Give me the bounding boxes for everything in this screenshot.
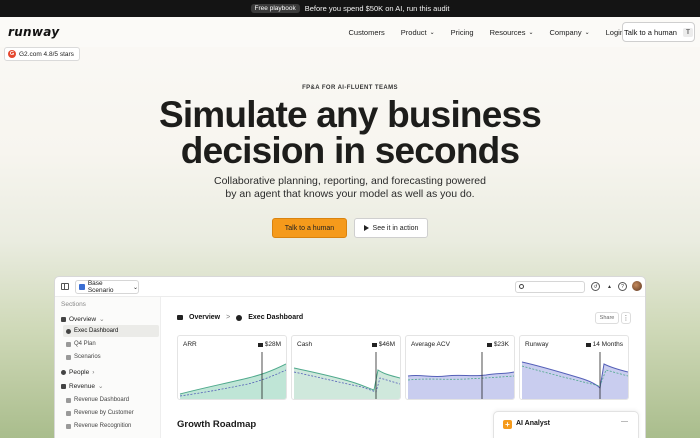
kpi-label: Average ACV (411, 341, 450, 348)
chevron-down-icon: ⌄ (584, 29, 590, 36)
minimize-button[interactable]: — (621, 418, 628, 425)
sidebar-item-exec-dashboard[interactable]: Exec Dashboard (63, 325, 159, 337)
promo-pill: Free playbook (250, 4, 300, 13)
kpi-label: Runway (525, 341, 549, 348)
scenario-icon (79, 284, 85, 290)
talk-to-human-button[interactable]: Talk to a human T (622, 22, 695, 42)
search-input[interactable] (515, 281, 585, 293)
kpi-card-cash[interactable]: Cash $46M (291, 335, 401, 400)
history-icon[interactable]: ↺ (591, 282, 600, 291)
overview-icon (177, 315, 183, 320)
more-options-button[interactable]: ⋮ (621, 312, 631, 324)
sidebar-toggle-icon[interactable] (61, 283, 69, 290)
chevron-down-icon: ⌄ (528, 29, 534, 36)
flag-icon (486, 342, 492, 347)
see-it-in-action-button[interactable]: See it in action (354, 218, 428, 238)
doc-icon (66, 354, 71, 360)
shortcut-key: T (682, 27, 693, 37)
app-toolbar: Base Scenario ⌄ ↺ ▲ ? (55, 277, 645, 297)
people-icon (61, 369, 66, 375)
kpi-value: $23K (486, 341, 509, 348)
nav-resources[interactable]: Resources ⌄ (490, 28, 534, 37)
breadcrumb: Overview > Exec Dashboard (177, 314, 303, 321)
search-icon (519, 284, 524, 289)
doc-icon (66, 423, 71, 429)
g2-rating-text: G2.com 4.8/5 stars (19, 50, 74, 58)
flag-icon (371, 342, 377, 347)
kpi-value: $28M (257, 341, 281, 348)
help-icon[interactable]: ? (618, 282, 627, 291)
sidebar-item-scenarios[interactable]: Scenarios (63, 351, 159, 363)
kpi-value: 14 Months (585, 341, 623, 348)
dashboard-icon (66, 397, 71, 403)
doc-icon (66, 341, 71, 347)
kpi-label: ARR (183, 341, 197, 348)
scenario-select[interactable]: Base Scenario ⌄ (75, 280, 139, 294)
arr-sparkline (179, 352, 286, 399)
kpi-label: Cash (297, 341, 313, 348)
sidebar-heading: Sections (61, 301, 86, 308)
main-nav: Customers Product ⌄ Pricing Resources ⌄ Co… (349, 17, 624, 47)
nav-company[interactable]: Company ⌄ (550, 28, 590, 37)
share-button[interactable]: Share (595, 312, 619, 324)
kpi-value: $46M (371, 341, 395, 348)
g2-logo-icon: G (8, 50, 16, 58)
kpi-card-arr[interactable]: ARR $28M (177, 335, 287, 400)
chevron-down-icon: ⌄ (429, 29, 435, 36)
cash-sparkline (293, 352, 400, 399)
talk-to-human-cta[interactable]: Talk to a human (272, 218, 347, 238)
hero-eyebrow: FP&A FOR AI-FLUENT TEAMS (302, 85, 398, 91)
kpi-card-average-acv[interactable]: Average ACV $23K (405, 335, 515, 400)
section-title: Growth Roadmap (177, 419, 257, 430)
ai-analyst-title: AI Analyst (516, 420, 550, 427)
logo[interactable]: runway (8, 25, 59, 39)
promo-bar[interactable]: Free playbook Before you spend $50K on A… (0, 0, 700, 17)
bell-icon[interactable]: ▲ (605, 282, 614, 291)
site-header: runway Customers Product ⌄ Pricing Resour… (0, 17, 700, 47)
nav-pricing[interactable]: Pricing (451, 28, 474, 37)
sidebar-item-revenue-recognition[interactable]: Revenue Recognition (63, 420, 159, 432)
nav-customers[interactable]: Customers (349, 28, 385, 37)
kpi-card-runway[interactable]: Runway 14 Months (519, 335, 629, 400)
sidebar-item-q4-plan[interactable]: Q4 Plan (63, 338, 159, 350)
nav-product[interactable]: Product ⌄ (401, 28, 435, 37)
flag-icon (257, 342, 263, 347)
dashboard-icon (66, 328, 71, 334)
acv-sparkline (407, 352, 514, 399)
breadcrumb-overview[interactable]: Overview (189, 314, 220, 321)
breadcrumb-separator: > (226, 314, 231, 321)
app-sidebar: Sections Overview ⌄ Exec Dashboard Q4 Pla… (55, 297, 161, 438)
g2-rating-badge[interactable]: G G2.com 4.8/5 stars (4, 47, 80, 61)
doc-icon (66, 410, 71, 416)
play-icon (363, 225, 369, 231)
runway-sparkline (521, 352, 628, 399)
hero-title: Simulate any business decision in second… (158, 94, 542, 171)
sidebar-item-revenue-dashboard[interactable]: Revenue Dashboard (63, 394, 159, 406)
breadcrumb-exec-dashboard[interactable]: Exec Dashboard (248, 314, 303, 321)
chevron-down-icon: ⌄ (132, 284, 138, 291)
dashboard-icon (236, 314, 243, 321)
avatar[interactable] (632, 281, 642, 291)
overview-icon (61, 316, 66, 322)
ai-analyst-panel[interactable]: + AI Analyst — (493, 411, 639, 438)
sidebar-item-overview[interactable]: Overview ⌄ (59, 313, 159, 325)
flag-icon (585, 342, 591, 347)
sidebar-item-people[interactable]: People › (59, 366, 159, 378)
plus-icon: + (503, 420, 512, 429)
revenue-icon (61, 383, 66, 389)
promo-text: Before you spend $50K on AI, run this au… (304, 4, 450, 13)
hero-subtitle: Collaborative planning, reporting, and f… (213, 175, 486, 200)
sidebar-item-revenue-by-customer[interactable]: Revenue by Customer (63, 407, 159, 419)
sidebar-item-revenue[interactable]: Revenue ⌄ (59, 380, 159, 392)
